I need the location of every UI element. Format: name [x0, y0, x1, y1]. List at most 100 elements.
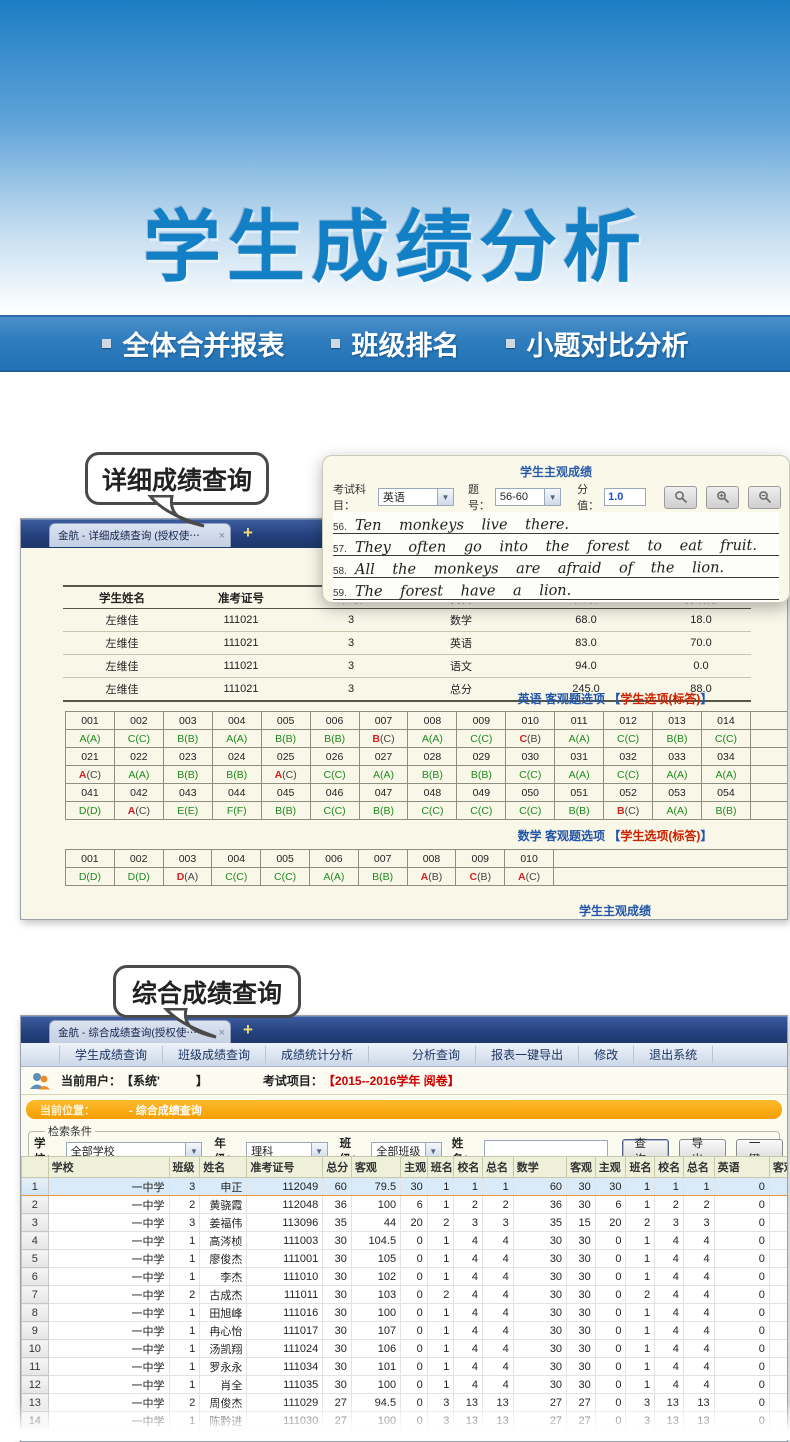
question-number-cell: 003 — [163, 712, 212, 730]
grid-rownum-cell: 1 — [22, 1178, 49, 1196]
handwriting-line-number: 58. — [333, 566, 355, 577]
grid-col-header: 校名 — [655, 1157, 684, 1178]
grid-cell: 20 — [401, 1214, 428, 1232]
grid-cell: 4 — [454, 1358, 483, 1376]
qnum-select[interactable]: 56-60 ▼ — [495, 488, 561, 506]
grid-cell: 0 — [714, 1286, 769, 1304]
grid-cell: 冉心怡 — [200, 1322, 247, 1340]
answer-cell: B(B) — [261, 802, 310, 820]
grid-row[interactable]: 9一中学1冉心怡111017301070144303001440 — [22, 1322, 788, 1340]
answer-cell: F(F) — [212, 802, 261, 820]
grid-row[interactable]: 6一中学1李杰111010301020144303001440 — [22, 1268, 788, 1286]
grid-row[interactable]: 7一中学2古成杰111011301030244303002440 — [22, 1286, 788, 1304]
w1-new-tab-icon[interactable]: + — [243, 523, 253, 543]
bullet-icon — [506, 339, 515, 348]
grid-col-header — [22, 1157, 49, 1178]
grid-cell: 3 — [169, 1178, 200, 1196]
grid-cell: 6 — [595, 1196, 626, 1214]
grid-cell: 111017 — [247, 1322, 323, 1340]
grid-cell: 79.5 — [351, 1178, 400, 1196]
grid-cell: 4 — [454, 1268, 483, 1286]
grid-cell: 4 — [483, 1340, 514, 1358]
grid-cell: 0 — [714, 1178, 769, 1196]
grid-cell: 4 — [683, 1286, 714, 1304]
grid-col-header: 校名 — [454, 1157, 483, 1178]
grid-cell: 1 — [626, 1340, 655, 1358]
question-number-cell: 014 — [701, 712, 750, 730]
subjective-panel-title: 学生主观成绩 — [323, 463, 789, 480]
handwriting-line: 56.Ten monkeys live there. — [333, 512, 779, 534]
grid-row[interactable]: 10一中学1汤凯翔111024301060144303001440 — [22, 1340, 788, 1358]
zoom-out-icon[interactable] — [748, 486, 781, 509]
student-answer-correct: C(C) — [323, 805, 345, 817]
grid-cell: 30 — [567, 1376, 596, 1394]
grid-row[interactable]: 1一中学3申正1120496079.5301116030301110 — [22, 1178, 788, 1196]
question-number-cell: 002 — [114, 850, 163, 868]
grid-cell: 102 — [351, 1268, 400, 1286]
answer-cell: A(A) — [66, 730, 115, 748]
answer-cell: E(E) — [163, 802, 212, 820]
grid-col-header: 英语 — [714, 1157, 769, 1178]
answer-cell: D(D) — [66, 868, 115, 886]
w2-new-tab-icon[interactable]: + — [243, 1020, 253, 1040]
search-icon[interactable] — [664, 486, 697, 509]
grid-row[interactable]: 12一中学1肖全111035301000144303001440 — [22, 1376, 788, 1394]
grid-cell: 1 — [427, 1196, 454, 1214]
grid-cell: 0 — [401, 1376, 428, 1394]
grid-cell: 111011 — [247, 1286, 323, 1304]
grid-cell: 1 — [626, 1304, 655, 1322]
grid-cell: 35 — [513, 1214, 566, 1232]
chevron-down-icon[interactable]: ▼ — [437, 489, 453, 505]
menu-item-7[interactable]: 退出系统 — [634, 1046, 713, 1063]
question-number-cell: 028 — [408, 748, 457, 766]
grid-cell: 111034 — [247, 1358, 323, 1376]
answer-cell: C(C) — [701, 730, 750, 748]
menu-item-5[interactable]: 报表一键导出 — [476, 1046, 579, 1063]
grid-cell — [769, 1196, 787, 1214]
grid-cell: 4 — [483, 1232, 514, 1250]
question-number-cell: 004 — [212, 850, 261, 868]
score-input[interactable] — [604, 488, 646, 506]
w1-tab-close-icon[interactable]: × — [219, 530, 225, 542]
grid-row[interactable]: 8一中学1田旭峰111016301000144303001440 — [22, 1304, 788, 1322]
student-answer-correct: C(C) — [225, 871, 247, 883]
grid-cell: 30 — [513, 1340, 566, 1358]
grid-col-header: 总名 — [483, 1157, 514, 1178]
grid-cell: 4 — [454, 1232, 483, 1250]
grid-cell: 4 — [483, 1286, 514, 1304]
grid-cell: 30 — [595, 1178, 626, 1196]
menu-item-2[interactable]: 班级成绩查询 — [163, 1046, 266, 1063]
grid-row[interactable]: 4一中学1高涔桢11100330104.50144303001440 — [22, 1232, 788, 1250]
question-number-cell: 001 — [66, 712, 115, 730]
subject-select[interactable]: 英语 ▼ — [378, 488, 454, 506]
student-answer-correct: B(B) — [177, 733, 198, 745]
menu-item-6[interactable]: 修改 — [579, 1046, 634, 1063]
chevron-down-icon[interactable]: ▼ — [544, 489, 560, 505]
grid-row[interactable]: 2一中学2黄骁霞112048361006122363061220 — [22, 1196, 788, 1214]
student-answer-correct: C(C) — [128, 733, 150, 745]
menu-item-3[interactable]: 成绩统计分析 — [266, 1046, 369, 1063]
grid-cell: 一中学 — [48, 1358, 169, 1376]
math-options-label-highlight: 学生选项(标答) — [620, 829, 700, 843]
question-number-cell: 006 — [309, 850, 358, 868]
student-answer-correct: A(A) — [715, 769, 736, 781]
grid-cell: 1 — [169, 1304, 200, 1322]
answer-cell: C(C) — [457, 802, 506, 820]
grid-cell: 0 — [714, 1340, 769, 1358]
grid-col-header: 主观 — [595, 1157, 626, 1178]
feature-banner: 全体合并报表班级排名小题对比分析 — [0, 315, 790, 372]
grid-cell: 0 — [714, 1376, 769, 1394]
grid-row[interactable]: 11一中学1罗永永111034301010144303001440 — [22, 1358, 788, 1376]
score-cell: 111021 — [181, 655, 301, 678]
student-answer-correct: C(C) — [421, 805, 443, 817]
zoom-in-icon[interactable] — [706, 486, 739, 509]
grid-row[interactable]: 5一中学1廖俊杰111001301050144303001440 — [22, 1250, 788, 1268]
menu-item-4[interactable]: 分析查询 — [397, 1046, 476, 1063]
results-grid-header-row: 学校班级姓名准考证号总分客观主观班名校名总名数学客观主观班名校名总名英语客观 — [22, 1157, 788, 1178]
menu-item-1[interactable]: 学生成绩查询 — [59, 1046, 163, 1063]
answer-cell: B(B) — [701, 802, 750, 820]
grid-cell: 1 — [427, 1304, 454, 1322]
grid-row[interactable]: 3一中学3姜福伟1130963544202333515202330 — [22, 1214, 788, 1232]
handwriting-line-number: 57. — [333, 544, 355, 555]
grid-rownum-cell: 8 — [22, 1304, 49, 1322]
